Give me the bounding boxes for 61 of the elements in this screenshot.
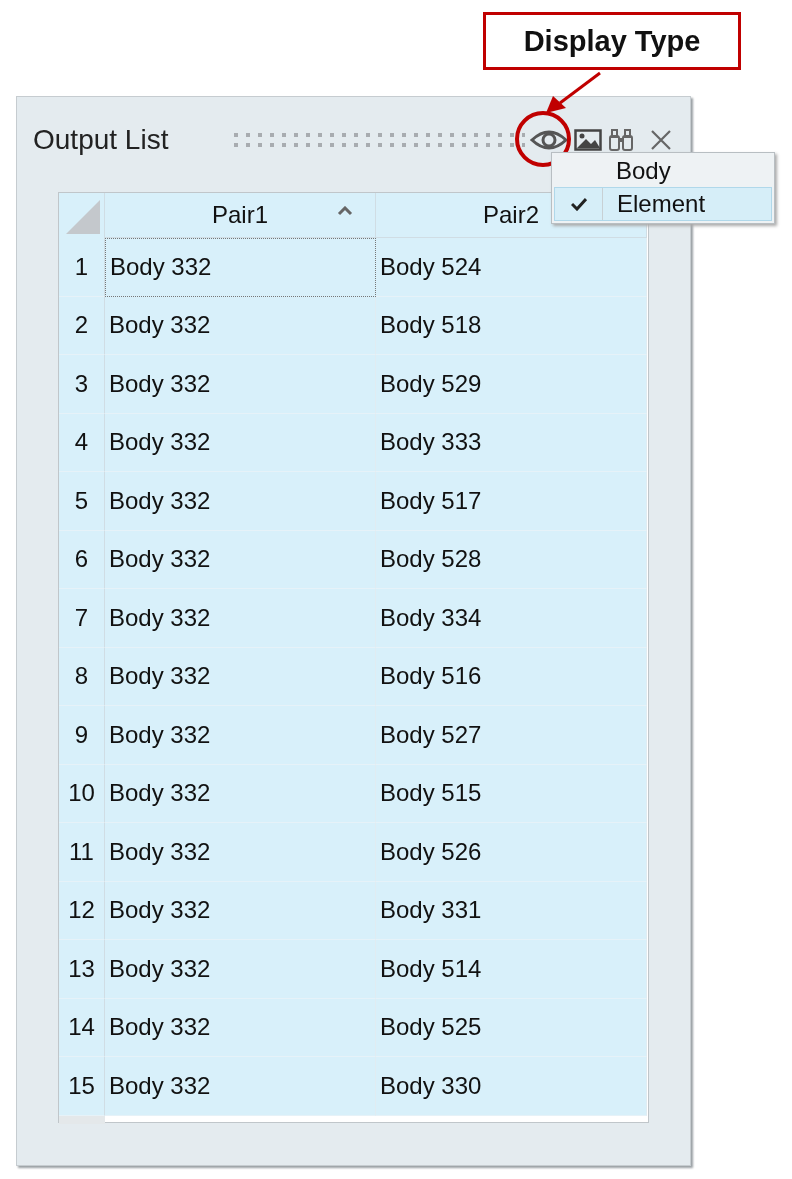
table-cell: Body 527 [376,706,647,765]
row-number: 15 [59,1057,105,1116]
sort-caret-icon [337,206,353,216]
row-number: 13 [59,940,105,999]
row-number: 12 [59,881,105,940]
binoculars-icon[interactable] [608,128,634,152]
table-cell: Body 526 [376,823,647,882]
table-cell: Body 331 [376,881,647,940]
row-number: 11 [59,823,105,882]
table-cell: Body 516 [376,647,647,706]
eye-icon[interactable] [530,128,568,152]
table-cell: Body 517 [376,472,647,531]
close-icon[interactable] [650,129,672,151]
table-cell: Body 333 [376,413,647,472]
table-cell: Body 330 [376,1057,647,1116]
drag-grip-icon [233,131,525,149]
image-icon[interactable] [574,128,602,152]
table-cell: Body 529 [376,355,647,414]
table-cell: Body 332 [105,355,376,414]
table-cell: Body 334 [376,589,647,648]
menu-item[interactable]: Body [554,155,772,187]
row-number: 1 [59,238,105,297]
table-cell: Body 332 [105,881,376,940]
table-cell: Body 332 [105,472,376,531]
table-cell: Body 332 [105,940,376,999]
table-cell: Body 332 [105,1057,376,1116]
table-cell: Body 332 [105,764,376,823]
row-number: 10 [59,764,105,823]
table-cell: Body 332 [105,413,376,472]
column-header[interactable]: Pair1 [105,193,376,238]
callout-arrow [546,71,601,113]
table-cell: Body 524 [376,238,647,297]
row-number: 4 [59,413,105,472]
row-number: 9 [59,706,105,765]
panel-title: Output List [33,124,170,156]
table-cell: Body 518 [376,296,647,355]
row-number: 3 [59,355,105,414]
row-number: 7 [59,589,105,648]
row-number: 14 [59,998,105,1057]
table-cell: Body 332 [105,823,376,882]
checkmark-icon [570,197,587,211]
table-cell: Body 528 [376,530,647,589]
table-cell: Body 332 [105,530,376,589]
row-number: 5 [59,472,105,531]
table-cell: Body 332 [105,706,376,765]
highlight-circle [515,111,571,167]
table-cell: Body 332 [105,589,376,648]
callout-label: Display Type [483,12,741,70]
table-cell: Body 515 [376,764,647,823]
table-cell: Body 332 [105,296,376,355]
row-number: 6 [59,530,105,589]
table-cell: Body 514 [376,940,647,999]
table-cell: Body 332 [105,238,376,297]
menu-item[interactable]: Element [554,187,772,221]
scrollbar-corner [59,1115,105,1124]
corner-cell[interactable] [59,193,105,238]
table-cell: Body 332 [105,998,376,1057]
table-cell: Body 332 [105,647,376,706]
table-cell: Body 525 [376,998,647,1057]
row-number: 8 [59,647,105,706]
row-number: 2 [59,296,105,355]
